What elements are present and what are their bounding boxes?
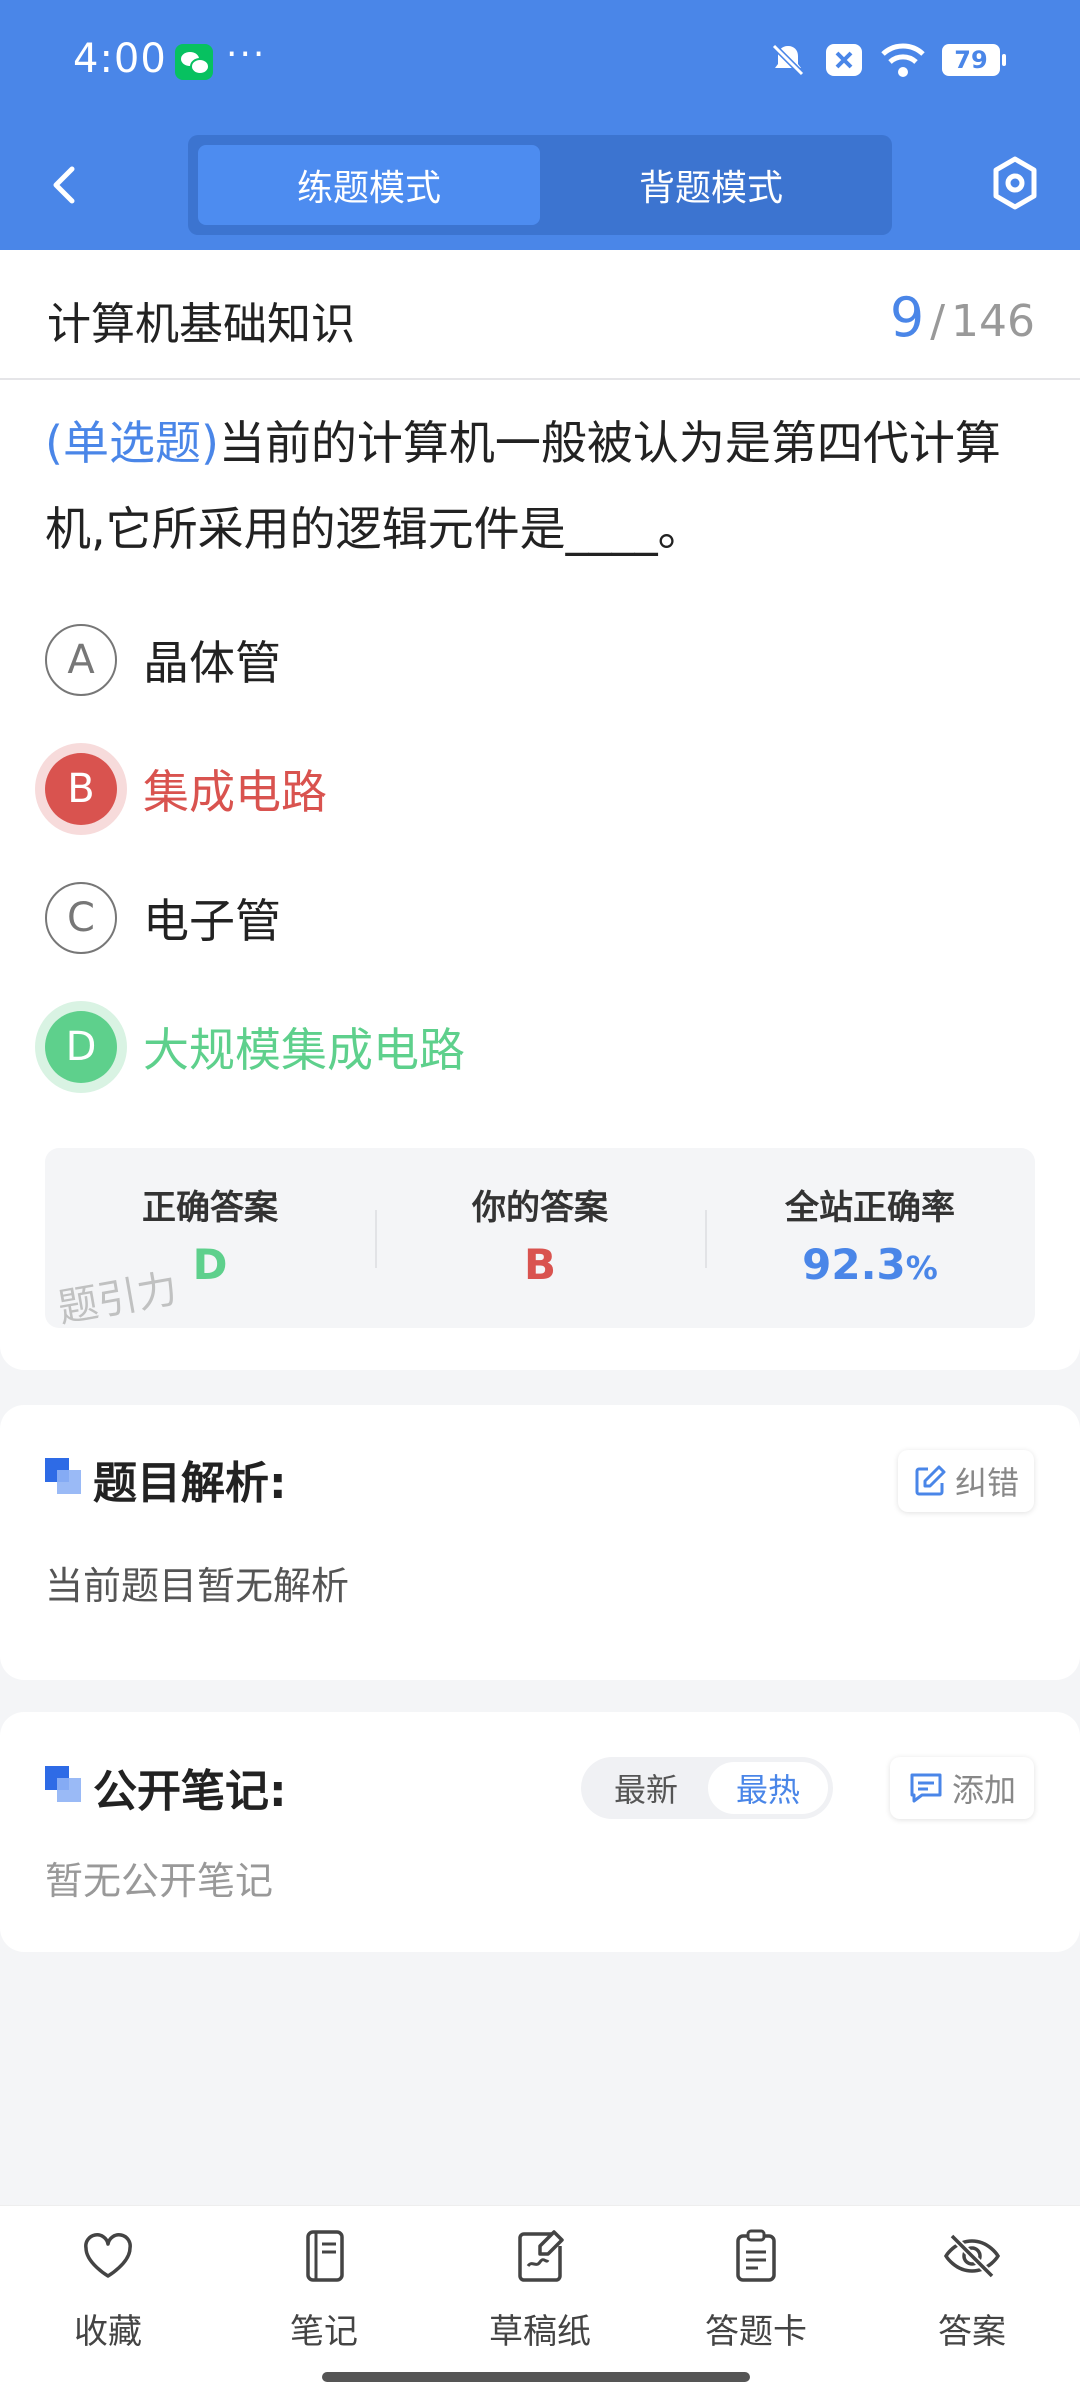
back-button[interactable] bbox=[40, 155, 90, 215]
option-letter: A bbox=[45, 624, 117, 696]
app-header: 4:00 ··· 79 练题模式 背题模式 bbox=[0, 0, 1080, 250]
bottom-toolbar: 收藏 笔记 草稿纸 答题卡 答案 bbox=[0, 2205, 1080, 2400]
show-answer-button[interactable]: 答案 bbox=[892, 2226, 1052, 2366]
accuracy-block: 全站正确率 92.3% bbox=[705, 1148, 1035, 1328]
answer-sheet-label: 答题卡 bbox=[705, 2312, 807, 2352]
favorite-button[interactable]: 收藏 bbox=[28, 2226, 188, 2366]
answer-sheet-icon bbox=[736, 2229, 776, 2282]
accuracy-number: 92.3 bbox=[802, 1240, 906, 1289]
answer-sheet-button[interactable]: 答题卡 bbox=[676, 2226, 836, 2366]
close-notification-icon bbox=[826, 44, 862, 76]
progress-separator: / bbox=[930, 296, 946, 347]
option-text: 集成电路 bbox=[143, 765, 327, 819]
option-d[interactable]: D 大规模集成电路 bbox=[45, 1007, 465, 1087]
add-note-button[interactable]: 添加 bbox=[890, 1757, 1034, 1819]
option-letter: B bbox=[45, 753, 117, 825]
wifi-icon bbox=[881, 43, 925, 77]
your-answer-block: 你的答案 B bbox=[375, 1148, 705, 1328]
question-card: 计算机基础知识 9/146 (单选题)当前的计算机一般被认为是第四代计算机,它所… bbox=[0, 250, 1080, 1370]
public-notes-card: 公开笔记: 最新 最热 添加 暂无公开笔记 bbox=[0, 1712, 1080, 1952]
answer-summary: 正确答案 D 你的答案 B 全站正确率 92.3% 题引力 bbox=[45, 1148, 1035, 1332]
more-notifications-icon: ··· bbox=[226, 34, 267, 75]
tab-memorize-mode[interactable]: 背题模式 bbox=[540, 145, 882, 225]
analysis-text: 当前题目暂无解析 bbox=[45, 1564, 350, 1608]
question-stem: (单选题)当前的计算机一般被认为是第四代计算机,它所采用的逻辑元件是____。 bbox=[45, 400, 1045, 572]
analysis-heading: 题目解析: bbox=[93, 1458, 287, 1509]
settings-button[interactable] bbox=[990, 155, 1040, 211]
option-b[interactable]: B 集成电路 bbox=[45, 749, 327, 829]
option-letter: D bbox=[45, 1011, 117, 1083]
report-error-label: 纠错 bbox=[954, 1464, 1019, 1502]
show-answer-label: 答案 bbox=[938, 2312, 1006, 2352]
edit-icon bbox=[915, 1465, 946, 1496]
notebook-icon bbox=[306, 2230, 344, 2282]
battery-indicator: 79 bbox=[942, 44, 1006, 76]
analysis-card: 题目解析: 纠错 当前题目暂无解析 bbox=[0, 1405, 1080, 1680]
comment-icon bbox=[910, 1773, 942, 1803]
option-c[interactable]: C 电子管 bbox=[45, 878, 281, 958]
draft-paper-button[interactable]: 草稿纸 bbox=[460, 2226, 620, 2366]
your-answer-value: B bbox=[523, 1240, 556, 1289]
favorite-label: 收藏 bbox=[74, 2312, 142, 2352]
progress-current: 9 bbox=[889, 286, 925, 349]
question-type: (单选题) bbox=[45, 416, 219, 470]
correct-answer-label: 正确答案 bbox=[142, 1188, 278, 1228]
tab-practice-mode[interactable]: 练题模式 bbox=[198, 145, 540, 225]
your-answer-label: 你的答案 bbox=[472, 1188, 608, 1228]
accuracy-value: 92.3% bbox=[705, 1240, 1035, 1289]
add-note-label: 添加 bbox=[951, 1771, 1016, 1809]
option-text: 大规模集成电路 bbox=[143, 1023, 465, 1077]
heart-icon bbox=[84, 2233, 132, 2278]
option-a[interactable]: A 晶体管 bbox=[45, 620, 281, 700]
section-block-icon bbox=[45, 1458, 83, 1494]
chevron-left-icon bbox=[53, 166, 75, 204]
notes-label: 笔记 bbox=[290, 2312, 358, 2352]
option-text: 电子管 bbox=[143, 894, 281, 948]
notes-heading: 公开笔记: bbox=[93, 1766, 287, 1817]
hexagon-settings-icon bbox=[993, 156, 1037, 210]
question-progress: 9/146 bbox=[890, 286, 1035, 349]
notes-sort-toggle: 最新 最热 bbox=[581, 1757, 833, 1819]
draft-paper-label: 草稿纸 bbox=[489, 2312, 591, 2352]
accuracy-label: 全站正确率 bbox=[785, 1188, 955, 1228]
section-header: 计算机基础知识 9/146 bbox=[0, 250, 1080, 380]
accuracy-unit: % bbox=[905, 1249, 938, 1287]
status-bar: 4:00 ··· 79 bbox=[0, 0, 1080, 125]
report-error-button[interactable]: 纠错 bbox=[898, 1450, 1034, 1512]
home-indicator[interactable] bbox=[322, 2372, 750, 2382]
status-icons: 79 bbox=[768, 40, 1006, 80]
progress-total: 146 bbox=[951, 296, 1035, 347]
wechat-notification-icon bbox=[175, 44, 213, 80]
mute-icon bbox=[771, 43, 805, 77]
sort-hottest-button[interactable]: 最热 bbox=[708, 1762, 828, 1814]
notes-empty-text: 暂无公开笔记 bbox=[45, 1859, 274, 1903]
section-block-icon bbox=[45, 1766, 83, 1802]
section-title: 计算机基础知识 bbox=[47, 299, 355, 350]
sort-newest-button[interactable]: 最新 bbox=[586, 1762, 706, 1814]
mode-switch: 练题模式 背题模式 bbox=[188, 135, 892, 235]
option-letter: C bbox=[45, 882, 117, 954]
draft-paper-icon bbox=[518, 2230, 564, 2282]
eye-off-icon bbox=[943, 2233, 1001, 2279]
option-text: 晶体管 bbox=[143, 636, 281, 690]
notes-button[interactable]: 笔记 bbox=[244, 2226, 404, 2366]
status-time: 4:00 bbox=[73, 36, 167, 82]
